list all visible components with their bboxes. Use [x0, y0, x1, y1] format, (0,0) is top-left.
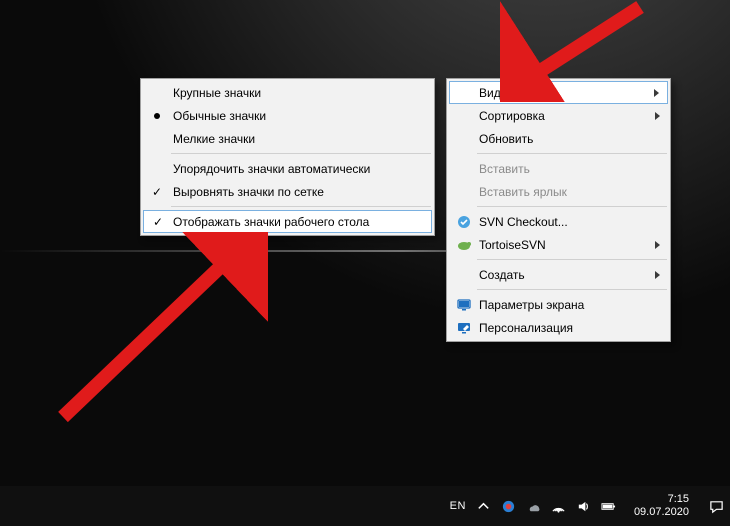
- menu-item-label: Обычные значки: [173, 109, 266, 123]
- menu-item-small-icons[interactable]: Мелкие значки: [143, 127, 432, 150]
- onedrive-icon[interactable]: [526, 499, 541, 514]
- tray-chevron-up-icon[interactable]: [476, 499, 491, 514]
- menu-item-label: Вставить ярлык: [479, 185, 567, 199]
- svn-icon: [456, 214, 472, 230]
- system-tray: EN 7:15 09.07.2020: [450, 493, 724, 519]
- menu-item-medium-icons[interactable]: Обычные значки: [143, 104, 432, 127]
- desktop-context-menu: Вид Сортировка Обновить Вставить Вставит…: [446, 78, 671, 342]
- view-submenu: Крупные значки Обычные значки Мелкие зна…: [140, 78, 435, 236]
- volume-icon[interactable]: [576, 499, 591, 514]
- bullet-icon: [154, 113, 160, 119]
- menu-item-label: Выровнять значки по сетке: [173, 185, 324, 199]
- separator: [171, 206, 431, 207]
- menu-item-paste-shortcut: Вставить ярлык: [449, 180, 668, 203]
- menu-item-align-to-grid[interactable]: ✓ Выровнять значки по сетке: [143, 180, 432, 203]
- menu-item-auto-arrange[interactable]: Упорядочить значки автоматически: [143, 157, 432, 180]
- menu-item-label: Мелкие значки: [173, 132, 255, 146]
- menu-item-new[interactable]: Создать: [449, 263, 668, 286]
- clock-date: 09.07.2020: [634, 506, 689, 519]
- action-center-icon[interactable]: [709, 499, 724, 514]
- clock-time: 7:15: [634, 493, 689, 506]
- menu-item-label: Персонализация: [479, 321, 573, 335]
- language-indicator[interactable]: EN: [450, 500, 466, 512]
- separator: [477, 153, 667, 154]
- personalize-icon: [456, 320, 472, 336]
- menu-item-label: Вид: [479, 86, 501, 100]
- separator: [477, 259, 667, 260]
- menu-item-large-icons[interactable]: Крупные значки: [143, 81, 432, 104]
- menu-item-personalize[interactable]: Персонализация: [449, 316, 668, 339]
- menu-item-paste: Вставить: [449, 157, 668, 180]
- check-icon: ✓: [153, 215, 163, 229]
- menu-item-label: Обновить: [479, 132, 533, 146]
- menu-item-label: Сортировка: [479, 109, 545, 123]
- menu-item-label: Вставить: [479, 162, 530, 176]
- menu-item-refresh[interactable]: Обновить: [449, 127, 668, 150]
- tortoise-icon: [456, 237, 472, 253]
- menu-item-display-settings[interactable]: Параметры экрана: [449, 293, 668, 316]
- battery-icon[interactable]: [601, 499, 616, 514]
- annotation-arrow-top: [500, 0, 660, 102]
- taskbar: EN 7:15 09.07.2020: [0, 486, 730, 526]
- network-icon[interactable]: [551, 499, 566, 514]
- chevron-right-icon: [655, 271, 660, 279]
- clock[interactable]: 7:15 09.07.2020: [634, 493, 689, 519]
- tray-app-icon[interactable]: [501, 499, 516, 514]
- annotation-arrow-bottom: [38, 232, 268, 432]
- separator: [171, 153, 431, 154]
- chevron-right-icon: [655, 241, 660, 249]
- menu-item-show-desktop-icons[interactable]: ✓ Отображать значки рабочего стола: [143, 210, 432, 233]
- menu-item-sort[interactable]: Сортировка: [449, 104, 668, 127]
- separator: [477, 206, 667, 207]
- menu-item-label: SVN Checkout...: [479, 215, 568, 229]
- menu-item-tortoisesvn[interactable]: TortoiseSVN: [449, 233, 668, 256]
- menu-item-label: Отображать значки рабочего стола: [173, 215, 369, 229]
- chevron-right-icon: [655, 112, 660, 120]
- menu-item-label: Упорядочить значки автоматически: [173, 162, 370, 176]
- separator: [477, 289, 667, 290]
- menu-item-label: Параметры экрана: [479, 298, 584, 312]
- menu-item-label: TortoiseSVN: [479, 238, 546, 252]
- menu-item-label: Создать: [479, 268, 525, 282]
- check-icon: ✓: [152, 185, 162, 199]
- menu-item-svn-checkout[interactable]: SVN Checkout...: [449, 210, 668, 233]
- menu-item-label: Крупные значки: [173, 86, 261, 100]
- display-icon: [456, 297, 472, 313]
